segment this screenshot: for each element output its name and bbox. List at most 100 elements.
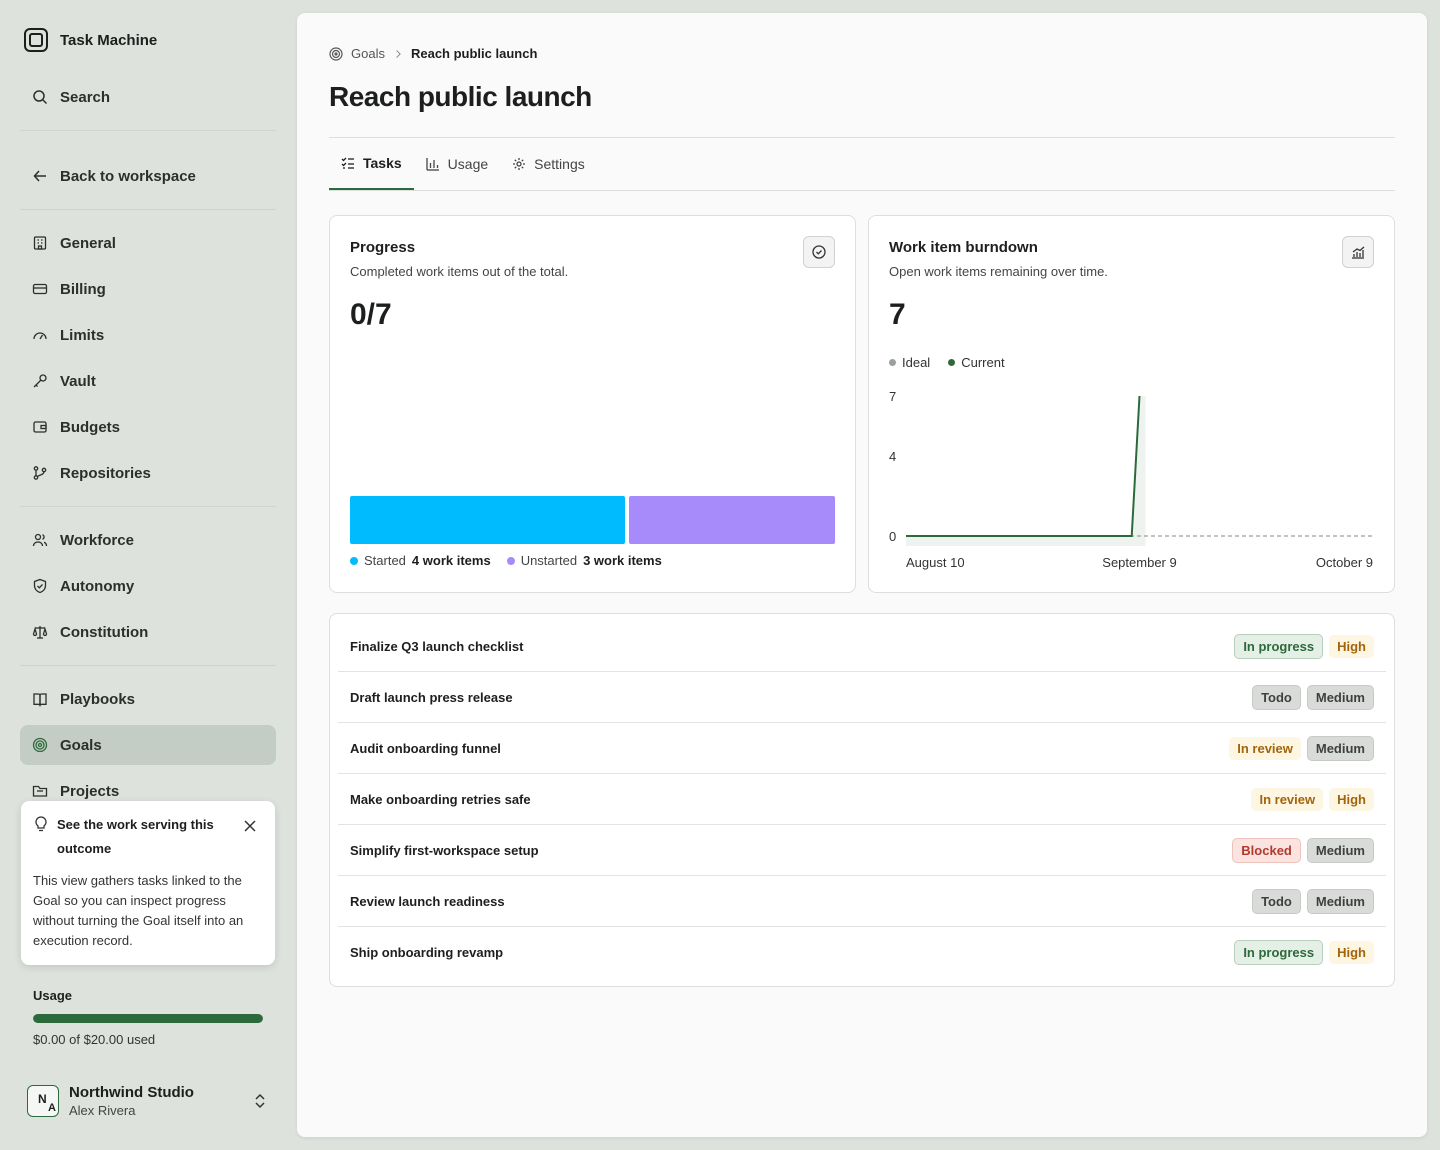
legend-dot xyxy=(350,556,358,565)
x-tick-label: August 10 xyxy=(906,555,965,570)
progress-legend: Started 4 work items Unstarted 3 work it… xyxy=(350,553,672,568)
close-icon[interactable] xyxy=(243,819,257,833)
usage-fill xyxy=(33,1014,263,1023)
chevron-right-icon xyxy=(396,49,401,58)
search-icon xyxy=(33,90,48,105)
bar-chart-icon xyxy=(426,158,439,171)
folder-icon xyxy=(32,785,48,797)
avatar-initial: N xyxy=(38,1092,47,1106)
sidebar-item-autonomy[interactable]: Autonomy xyxy=(20,566,276,606)
sidebar-item-repositories[interactable]: Repositories xyxy=(20,453,276,493)
table-row[interactable]: Make onboarding retries safe In review Hig… xyxy=(338,774,1386,825)
sidebar-item-limits[interactable]: Limits xyxy=(20,315,276,355)
divider xyxy=(20,209,276,210)
table-row[interactable]: Finalize Q3 launch checklist In progress H… xyxy=(338,621,1386,672)
y-tick-label: 7 xyxy=(889,389,896,404)
search-label: Search xyxy=(60,88,111,106)
back-to-workspace-link[interactable]: Back to workspace xyxy=(20,156,276,196)
progress-value: 0/7 xyxy=(350,298,392,331)
wallet-icon xyxy=(33,421,47,433)
scale-icon xyxy=(32,626,48,639)
building-icon xyxy=(33,236,47,250)
main-panel: Goals Reach public launch Reach public l… xyxy=(297,13,1427,1137)
burndown-subtitle: Open work items remaining over time. xyxy=(889,264,1108,279)
sidebar-item-label: Budgets xyxy=(60,418,120,436)
account-switcher[interactable]: N A Northwind Studio Alex Rivera xyxy=(21,1078,275,1124)
current-area xyxy=(906,396,1146,546)
priority-badge: High xyxy=(1329,634,1374,658)
sidebar: Task Machine Search Back to workspace Ge… xyxy=(0,0,296,1150)
sidebar-item-workforce[interactable]: Workforce xyxy=(20,520,276,560)
tab-usage[interactable]: Usage xyxy=(414,138,500,190)
task-title: Simplify first-workspace setup xyxy=(350,842,539,858)
sidebar-item-label: Projects xyxy=(60,782,120,800)
status-badge: Todo xyxy=(1252,684,1301,710)
sidebar-item-label: Playbooks xyxy=(60,690,136,708)
account-name: Northwind Studio xyxy=(69,1084,194,1101)
credit-card-icon xyxy=(32,283,48,295)
x-tick-label: October 9 xyxy=(1316,555,1373,570)
burndown-chart: 0 4 7 August 10 September 9 October 9 xyxy=(889,389,1373,570)
x-tick-label: September 9 xyxy=(1102,555,1176,570)
usage-bar xyxy=(33,1014,263,1023)
tab-tasks[interactable]: Tasks xyxy=(329,138,414,190)
task-title: Make onboarding retries safe xyxy=(350,791,531,807)
tab-label: Usage xyxy=(447,156,489,172)
sidebar-item-label: Repositories xyxy=(60,464,151,482)
sidebar-item-vault[interactable]: Vault xyxy=(20,361,276,401)
table-row[interactable]: Review launch readiness Todo Medium xyxy=(338,876,1386,927)
status-badge: Todo xyxy=(1252,888,1301,914)
status-badge: In review xyxy=(1229,736,1301,760)
task-list: Finalize Q3 launch checklist In progress H… xyxy=(329,613,1395,987)
brand[interactable]: Task Machine xyxy=(24,28,157,52)
divider xyxy=(20,130,276,131)
usage-label: Usage xyxy=(33,988,73,1003)
trend-chart-icon xyxy=(1352,246,1365,259)
status-badge: In progress xyxy=(1234,633,1324,659)
tab-settings[interactable]: Settings xyxy=(500,138,597,190)
users-icon xyxy=(32,533,48,547)
legend-ideal-label: Ideal xyxy=(902,355,931,370)
sidebar-item-billing[interactable]: Billing xyxy=(20,269,276,309)
page-title: Reach public launch xyxy=(329,81,592,112)
task-title: Finalize Q3 launch checklist xyxy=(350,638,524,654)
divider xyxy=(20,506,276,507)
sidebar-item-goals[interactable]: Goals xyxy=(20,725,276,765)
legend-unstarted-label: Unstarted xyxy=(520,553,578,568)
table-row[interactable]: Draft launch press release Todo Medium xyxy=(338,672,1386,723)
burndown-value: 7 xyxy=(889,298,906,331)
legend-dot xyxy=(948,359,956,366)
search-button[interactable]: Search xyxy=(20,77,276,117)
priority-badge: Medium xyxy=(1306,684,1374,710)
table-row[interactable]: Ship onboarding revamp In progress High xyxy=(338,927,1386,978)
avatar-initial: A xyxy=(48,1102,56,1114)
tab-label: Tasks xyxy=(363,155,402,171)
tip-title: See the work serving this outcome xyxy=(57,817,214,856)
priority-badge: Medium xyxy=(1306,735,1374,761)
legend-dot xyxy=(889,359,896,366)
y-tick-label: 0 xyxy=(889,529,896,544)
breadcrumb-current: Reach public launch xyxy=(410,46,538,61)
sidebar-item-playbooks[interactable]: Playbooks xyxy=(20,679,276,719)
legend-dot xyxy=(506,556,515,565)
progress-menu-button[interactable] xyxy=(803,236,835,268)
sidebar-item-budgets[interactable]: Budgets xyxy=(20,407,276,447)
sidebar-item-constitution[interactable]: Constitution xyxy=(20,612,276,652)
book-icon xyxy=(33,693,47,707)
gauge-icon xyxy=(33,332,47,340)
table-row[interactable]: Simplify first-workspace setup Blocked Med… xyxy=(338,825,1386,876)
progress-card: Progress Completed work items out of the… xyxy=(329,215,856,593)
task-title: Review launch readiness xyxy=(350,893,505,909)
status-badge: In review xyxy=(1251,787,1324,811)
tab-label: Settings xyxy=(534,156,585,172)
breadcrumb-root[interactable]: Goals xyxy=(351,46,385,61)
sidebar-item-label: Autonomy xyxy=(60,577,135,595)
burndown-menu-button[interactable] xyxy=(1342,236,1374,268)
sidebar-item-general[interactable]: General xyxy=(20,223,276,263)
sidebar-item-label: General xyxy=(60,234,116,252)
legend-current-label: Current xyxy=(961,355,1005,370)
sidebar-item-label: Goals xyxy=(60,736,102,754)
divider xyxy=(20,665,276,666)
divider xyxy=(329,190,1395,191)
table-row[interactable]: Audit onboarding funnel In review Medium xyxy=(338,723,1386,774)
